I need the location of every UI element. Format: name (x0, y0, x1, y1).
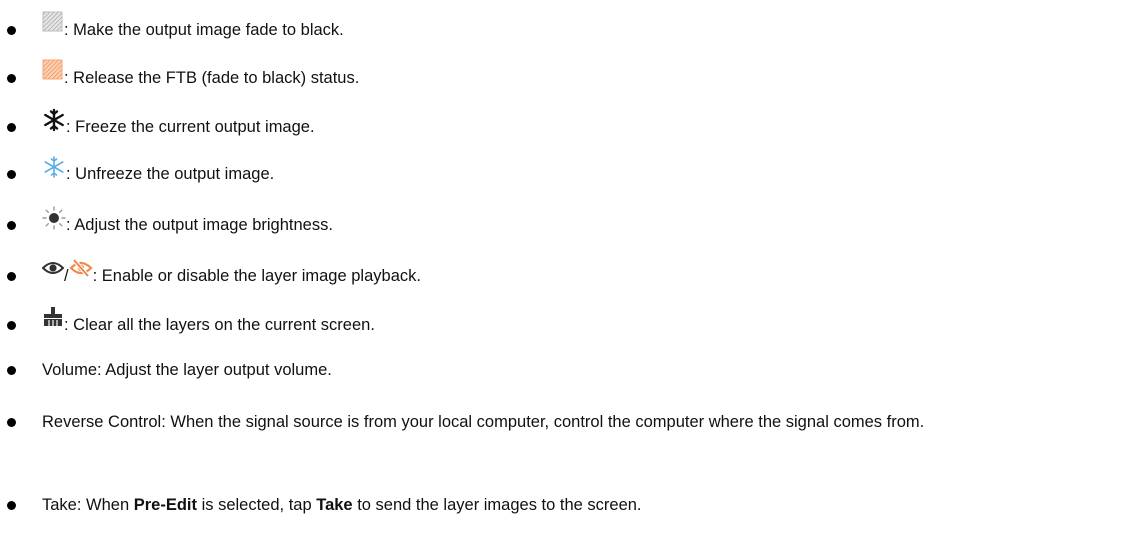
bullet (7, 321, 16, 330)
bullet (7, 272, 16, 281)
bullet-list: : Make the output image fade to black. :… (0, 0, 1127, 539)
item-text: Reverse Control: When the signal source … (42, 413, 925, 431)
fade-to-black-icon (42, 11, 64, 41)
bullet (7, 74, 16, 83)
eye-slash-icon (69, 257, 93, 287)
item-text: : Release the FTB (fade to black) status… (64, 69, 360, 87)
eye-icon (41, 257, 65, 287)
item-text: : Adjust the output image brightness. (66, 216, 333, 234)
clear-layers-icon (42, 306, 64, 336)
bullet (7, 501, 16, 510)
item-text: Volume: Adjust the layer output volume. (42, 361, 332, 379)
item-text: Take: When (42, 496, 134, 514)
bullet (7, 221, 16, 230)
item-text: : Make the output image fade to black. (64, 21, 344, 39)
pre-edit-term: Pre-Edit (133, 496, 197, 514)
item-text: is selected, tap (196, 496, 317, 514)
bullet (7, 366, 16, 375)
brightness-icon (42, 206, 66, 236)
item-text: to send the layer images to the screen. (352, 496, 642, 514)
bullet (7, 418, 16, 427)
bullet (7, 123, 16, 132)
item-text: : Unfreeze the output image. (66, 165, 275, 183)
take-term: Take (316, 496, 353, 514)
release-ftb-icon (42, 59, 64, 89)
item-text: : Clear all the layers on the current sc… (64, 316, 375, 334)
item-text: : Freeze the current output image. (66, 118, 315, 136)
unfreeze-icon (42, 155, 66, 185)
item-text: : Enable or disable the layer image play… (92, 267, 421, 285)
bullet (7, 170, 16, 179)
bullet (7, 26, 16, 35)
freeze-icon (42, 108, 66, 138)
